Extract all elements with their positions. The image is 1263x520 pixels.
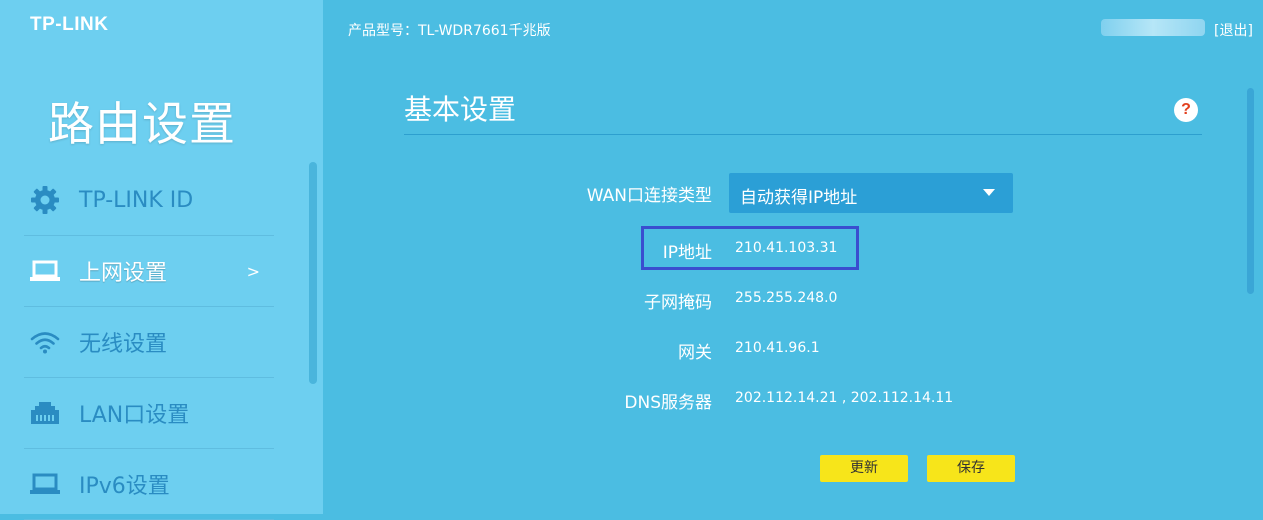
sidebar-item-label: LAN口设置	[79, 403, 190, 428]
sidebar-item-ipv6[interactable]: IPv6设置	[24, 449, 274, 520]
wan-type-label: WAN口连接类型	[586, 186, 712, 206]
refresh-button[interactable]: 更新	[820, 455, 908, 482]
product-model: 产品型号：TL-WDR7661千兆版	[348, 23, 551, 39]
save-button[interactable]: 保存	[927, 455, 1015, 482]
help-icon[interactable]: ?	[1174, 98, 1198, 122]
sidebar-nav: TP-LINK ID 上网设置 > 无线设置 LAN口设置 IPv6设置	[24, 165, 274, 520]
gear-icon	[28, 185, 62, 215]
sidebar-item-internet[interactable]: 上网设置 >	[24, 236, 274, 307]
chevron-down-icon	[983, 189, 995, 196]
wan-type-value: 自动获得IP地址	[740, 188, 858, 208]
sidebar-item-label: 上网设置	[79, 261, 168, 286]
dns-value: 202.112.14.21 , 202.112.14.11	[735, 390, 954, 406]
ip-label: IP地址	[662, 243, 712, 263]
sidebar-title: 路由设置	[48, 97, 236, 151]
dns-label: DNS服务器	[624, 393, 712, 413]
user-name-blurred	[1101, 19, 1205, 36]
sidebar-item-lan[interactable]: LAN口设置	[24, 378, 274, 449]
subnet-value: 255.255.248.0	[735, 290, 838, 306]
page-title: 基本设置	[404, 93, 517, 126]
laptop-icon	[28, 469, 62, 499]
sidebar-scrollbar[interactable]	[309, 162, 317, 384]
sidebar-item-tplink-id[interactable]: TP-LINK ID	[24, 165, 274, 236]
main-scrollbar[interactable]	[1247, 88, 1254, 294]
wan-type-select[interactable]: 自动获得IP地址	[729, 173, 1013, 213]
sidebar-item-wireless[interactable]: 无线设置	[24, 307, 274, 378]
lan-port-icon	[28, 398, 62, 428]
sidebar-item-label: 无线设置	[79, 332, 168, 357]
title-divider	[404, 134, 1202, 135]
brand-logo: TP-LINK	[30, 14, 109, 35]
sidebar-item-label: TP-LINK ID	[79, 187, 194, 213]
gateway-value: 210.41.96.1	[735, 340, 820, 356]
sidebar: TP-LINK 路由设置 TP-LINK ID 上网设置 > 无线设置 LAN口…	[0, 0, 323, 520]
gateway-label: 网关	[678, 343, 712, 363]
wifi-icon	[28, 327, 62, 357]
sidebar-item-label: IPv6设置	[79, 474, 170, 499]
subnet-label: 子网掩码	[644, 293, 712, 313]
logout-link[interactable]: [退出]	[1214, 20, 1253, 40]
laptop-icon	[28, 256, 62, 286]
chevron-right-icon: >	[246, 261, 260, 281]
ip-value: 210.41.103.31	[735, 240, 838, 256]
